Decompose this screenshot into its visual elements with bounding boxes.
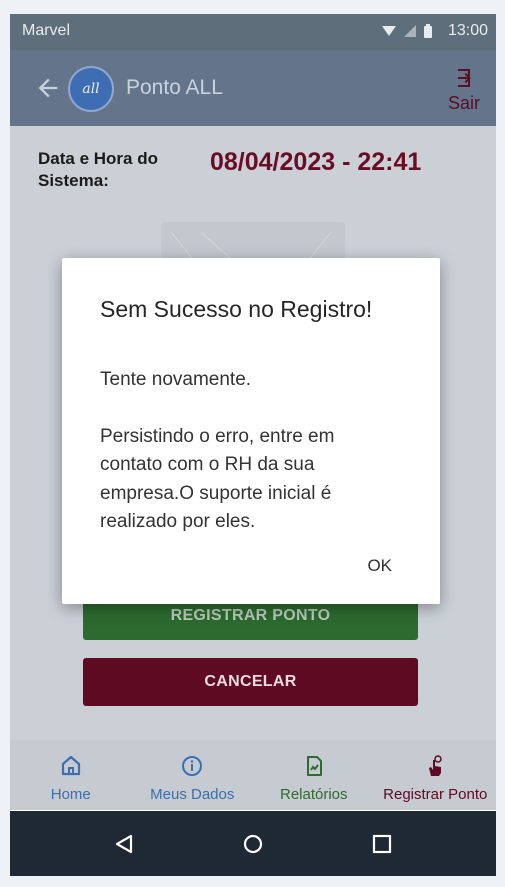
error-dialog: Sem Sucesso no Registro! Tente novamente… bbox=[62, 258, 440, 604]
dialog-message: Tente novamente. Persistindo o erro, ent… bbox=[100, 366, 400, 565]
dialog-ok-button[interactable]: OK bbox=[367, 556, 392, 576]
back-triangle-icon[interactable] bbox=[113, 833, 135, 855]
phone-screen: Marvel 13:00 all Ponto ALL Sair Data e H… bbox=[10, 14, 496, 876]
dialog-title: Sem Sucesso no Registro! bbox=[100, 296, 373, 322]
home-circle-icon[interactable] bbox=[242, 833, 264, 855]
system-navigation-bar bbox=[10, 811, 496, 876]
dialog-message-contact: Persistindo o erro, entre em contato com… bbox=[100, 425, 335, 533]
recents-square-icon[interactable] bbox=[371, 833, 393, 855]
dialog-message-retry: Tente novamente. bbox=[100, 369, 252, 390]
